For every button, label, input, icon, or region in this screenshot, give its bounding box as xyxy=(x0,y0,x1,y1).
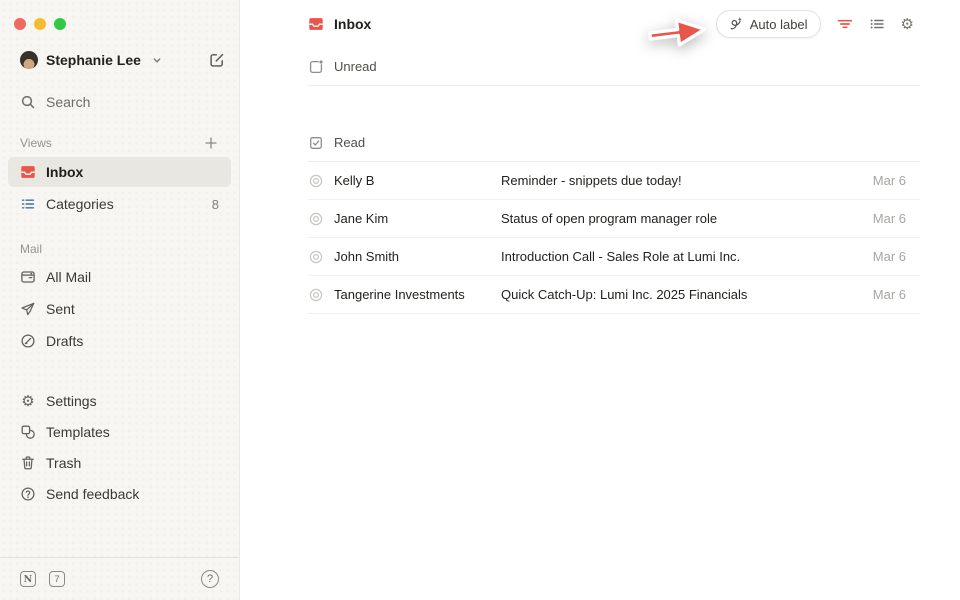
main-header: Inbox Auto label ⚙ xyxy=(240,0,960,48)
email-subject: Introduction Call - Sales Role at Lumi I… xyxy=(501,249,863,264)
unread-icon xyxy=(308,59,324,75)
sidebar-item-inbox[interactable]: Inbox xyxy=(8,157,231,187)
help-button[interactable]: ? xyxy=(201,570,219,588)
notion-logo-button[interactable]: N xyxy=(20,571,36,587)
read-checkbox-icon xyxy=(308,135,324,151)
inbox-icon xyxy=(308,16,324,32)
calendar-button[interactable]: 7 xyxy=(49,571,65,587)
email-subject: Status of open program manager role xyxy=(501,211,863,226)
read-status-icon xyxy=(308,249,324,265)
sidebar-item-send-feedback[interactable]: Send feedback xyxy=(8,479,231,509)
email-row[interactable]: Jane Kim Status of open program manager … xyxy=(308,200,920,238)
email-date: Mar 6 xyxy=(873,287,920,302)
inbox-icon xyxy=(20,164,36,180)
sidebar-item-templates[interactable]: Templates xyxy=(8,417,231,447)
sidebar: Stephanie Lee Search Views Inbox xyxy=(0,0,240,600)
drafts-icon xyxy=(20,333,36,349)
search-label: Search xyxy=(46,94,90,110)
chevron-down-icon xyxy=(149,52,165,68)
read-status-icon xyxy=(308,211,324,227)
sidebar-item-categories[interactable]: Categories 8 xyxy=(8,189,231,219)
views-caption: Views xyxy=(20,136,203,150)
sent-icon xyxy=(20,301,36,317)
filter-icon[interactable] xyxy=(837,16,853,32)
email-date: Mar 6 xyxy=(873,173,920,188)
section-label: Unread xyxy=(334,59,377,74)
email-row[interactable]: John Smith Introduction Call - Sales Rol… xyxy=(308,238,920,276)
page-title: Inbox xyxy=(334,16,371,32)
question-circle-icon xyxy=(20,486,36,502)
sidebar-item-drafts[interactable]: Drafts xyxy=(8,326,231,356)
email-row[interactable]: Tangerine Investments Quick Catch-Up: Lu… xyxy=(308,276,920,314)
sidebar-item-label: Drafts xyxy=(46,333,83,349)
gear-icon: ⚙ xyxy=(20,393,36,409)
minimize-window-button[interactable] xyxy=(34,18,46,30)
all-mail-icon xyxy=(20,269,36,285)
sidebar-item-label: Send feedback xyxy=(46,486,139,502)
add-view-button[interactable] xyxy=(203,135,219,151)
account-switcher[interactable]: Stephanie Lee xyxy=(20,51,225,69)
avatar xyxy=(20,51,38,69)
auto-label-button[interactable]: Auto label xyxy=(716,10,821,38)
sidebar-item-all-mail[interactable]: All Mail xyxy=(8,262,231,292)
main-panel: Inbox Auto label ⚙ xyxy=(240,0,960,600)
email-sender: Jane Kim xyxy=(334,211,491,226)
email-sender: Tangerine Investments xyxy=(334,287,491,302)
account-name: Stephanie Lee xyxy=(46,52,141,68)
email-date: Mar 6 xyxy=(873,249,920,264)
sidebar-item-trash[interactable]: Trash xyxy=(8,448,231,478)
trash-icon xyxy=(20,455,36,471)
auto-label-icon xyxy=(727,16,743,32)
section-label: Read xyxy=(334,135,365,150)
sidebar-item-label: Trash xyxy=(46,455,81,471)
mail-section-header: Mail xyxy=(20,242,219,256)
header-controls: Auto label ⚙ xyxy=(716,10,914,38)
auto-label-label: Auto label xyxy=(750,17,808,32)
window-controls xyxy=(0,0,239,30)
sidebar-item-sent[interactable]: Sent xyxy=(8,294,231,324)
views-section-header: Views xyxy=(20,135,219,151)
sidebar-item-settings[interactable]: ⚙ Settings xyxy=(8,386,231,416)
mail-caption: Mail xyxy=(20,242,219,256)
categories-count: 8 xyxy=(212,197,219,212)
list-view-icon[interactable] xyxy=(869,16,885,32)
templates-icon xyxy=(20,424,36,440)
email-sender: John Smith xyxy=(334,249,491,264)
section-header-unread[interactable]: Unread xyxy=(308,48,920,86)
email-subject: Reminder - snippets due today! xyxy=(501,173,863,188)
read-status-icon xyxy=(308,173,324,189)
search-icon xyxy=(20,94,36,110)
settings-gear-icon[interactable]: ⚙ xyxy=(901,16,914,32)
sidebar-footer: N 7 ? xyxy=(0,557,239,600)
compose-button[interactable] xyxy=(209,52,225,68)
search-button[interactable]: Search xyxy=(20,94,219,110)
sidebar-item-label: Sent xyxy=(46,301,75,317)
sidebar-item-label: Settings xyxy=(46,393,97,409)
sidebar-item-label: Inbox xyxy=(46,164,83,180)
section-gap xyxy=(240,86,960,124)
tools-group: ⚙ Settings Templates Trash Send feedback xyxy=(0,385,239,510)
close-window-button[interactable] xyxy=(14,18,26,30)
categories-icon xyxy=(20,196,36,212)
zoom-window-button[interactable] xyxy=(54,18,66,30)
email-date: Mar 6 xyxy=(873,211,920,226)
sidebar-item-label: Templates xyxy=(46,424,110,440)
email-row[interactable]: Kelly B Reminder - snippets due today! M… xyxy=(308,162,920,200)
read-status-icon xyxy=(308,287,324,303)
section-header-read[interactable]: Read xyxy=(308,124,920,162)
sidebar-item-label: Categories xyxy=(46,196,114,212)
email-sender: Kelly B xyxy=(334,173,491,188)
title-group: Inbox xyxy=(308,16,371,32)
sidebar-item-label: All Mail xyxy=(46,269,91,285)
email-subject: Quick Catch-Up: Lumi Inc. 2025 Financial… xyxy=(501,287,863,302)
